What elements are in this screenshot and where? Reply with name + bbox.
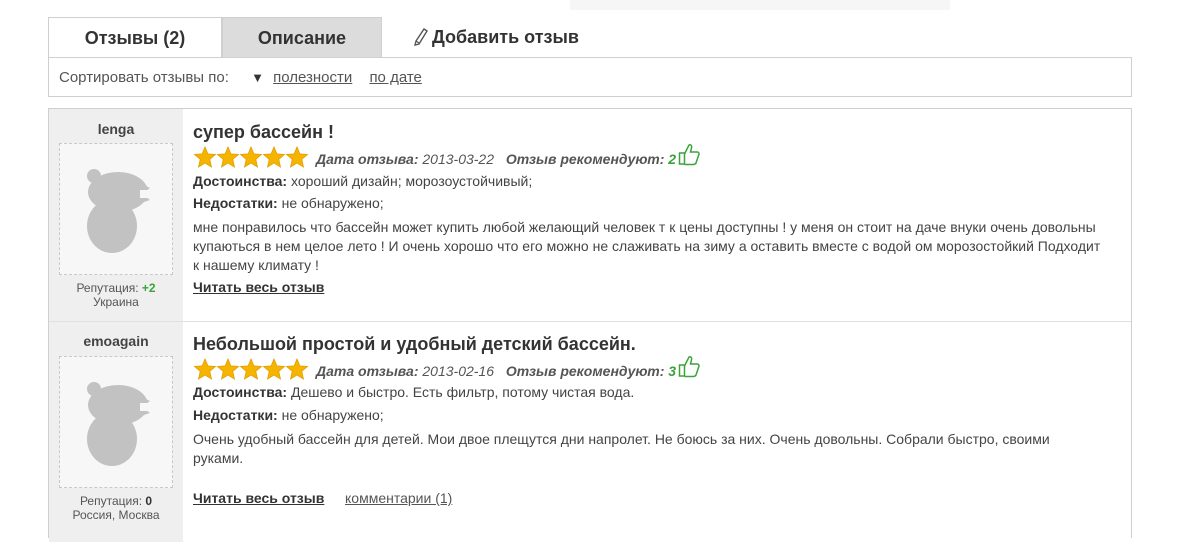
review-date-label: Дата отзыва: — [316, 363, 419, 379]
rating-stars — [193, 357, 309, 387]
star-icon — [285, 357, 309, 380]
sort-by-usefulness-link[interactable]: полезности — [273, 69, 352, 86]
star-icon — [239, 145, 263, 168]
top-bar-decoration — [570, 0, 950, 10]
tab-description[interactable]: Описание — [222, 17, 382, 58]
star-icon — [216, 357, 240, 380]
sort-bar: Сортировать отзывы по: ▼ полезности по д… — [48, 57, 1132, 97]
add-review-label: Добавить отзыв — [432, 27, 579, 47]
avatar-placeholder-icon — [87, 382, 152, 466]
reputation-value: 0 — [145, 494, 153, 508]
star-icon — [285, 145, 309, 168]
pros-label: Достоинства: — [193, 173, 288, 189]
thumbs-up-icon[interactable] — [678, 354, 700, 378]
review-pros: Достоинства: хороший дизайн; морозоустой… — [193, 173, 532, 189]
read-full-review-link[interactable]: Читать весь отзыв — [193, 490, 324, 506]
star-icon — [239, 357, 263, 380]
tab-reviews[interactable]: Отзывы (2) — [48, 17, 222, 58]
reputation-label: Репутация: — [79, 494, 143, 508]
recommend-count: 2 — [668, 151, 677, 167]
sort-by-date-link[interactable]: по дате — [369, 69, 421, 86]
review-title: супер бассейн ! — [193, 122, 334, 142]
pros-text: хороший дизайн; морозоустойчивый; — [291, 173, 533, 189]
avatar — [59, 356, 173, 488]
cons-label: Недостатки: — [193, 195, 278, 211]
recommend-count: 3 — [668, 363, 677, 379]
reviews-list: lenga Репутация: +2 Украина супер бассей… — [48, 108, 1132, 542]
star-icon — [216, 145, 240, 168]
cons-label: Недостатки: — [193, 407, 278, 423]
review-meta: Дата отзыва: 2013-03-22 Отзыв рекомендую… — [193, 142, 700, 168]
star-icon — [193, 145, 217, 168]
user-location: Украина — [93, 295, 139, 309]
star-icon — [193, 357, 217, 380]
star-icon — [262, 145, 286, 168]
review-date: 2013-03-22 — [422, 151, 495, 167]
review-date: 2013-02-16 — [422, 363, 495, 379]
review-text: мне понравилось что бассейн может купить… — [193, 219, 1101, 273]
reputation: Репутация: 0 Россия, Москва — [49, 494, 183, 522]
review-text: Очень удобный бассейн для детей. Мои дво… — [193, 431, 1050, 466]
read-full-review-link[interactable]: Читать весь отзыв — [193, 279, 324, 295]
recommend-label: Отзыв рекомендуют: — [505, 151, 665, 167]
user-location: Россия, Москва — [72, 508, 160, 522]
avatar-placeholder-icon — [87, 169, 152, 253]
review-item: lenga Репутация: +2 Украина супер бассей… — [49, 109, 1131, 322]
add-review-button[interactable]: Добавить отзыв — [414, 17, 604, 58]
review-author-panel: lenga Репутация: +2 Украина — [49, 109, 183, 321]
cons-text: не обнаружено; — [281, 407, 384, 423]
thumbs-up-icon[interactable] — [678, 142, 700, 166]
reputation-label: Репутация: — [76, 281, 139, 295]
pencil-icon — [414, 28, 428, 46]
review-pros: Достоинства: Дешево и быстро. Есть фильт… — [193, 384, 634, 400]
review-username[interactable]: lenga — [49, 121, 183, 137]
review-meta: Дата отзыва: 2013-02-16 Отзыв рекомендую… — [193, 354, 700, 380]
review-date-label: Дата отзыва: — [316, 151, 419, 167]
reputation-value: +2 — [141, 281, 156, 295]
avatar — [59, 143, 173, 275]
pros-text: Дешево и быстро. Есть фильтр, потому чис… — [291, 384, 635, 400]
rating-stars — [193, 145, 309, 175]
sort-label: Сортировать отзывы по: — [59, 69, 229, 86]
recommend-label: Отзыв рекомендуют: — [505, 363, 665, 379]
review-title: Небольшой простой и удобный детский басс… — [193, 334, 636, 354]
review-cons: Недостатки: не обнаружено; — [193, 195, 384, 211]
triangle-down-icon: ▼ — [251, 70, 264, 85]
pros-label: Достоинства: — [193, 384, 288, 400]
review-item: emoagain Репутация: 0 Россия, Москва Неб… — [49, 322, 1131, 542]
review-username[interactable]: emoagain — [49, 333, 183, 349]
cons-text: не обнаружено; — [281, 195, 384, 211]
star-icon — [262, 357, 286, 380]
comments-link[interactable]: комментарии (1) — [345, 490, 452, 506]
reputation: Репутация: +2 Украина — [49, 281, 183, 309]
review-cons: Недостатки: не обнаружено; — [193, 407, 384, 423]
review-author-panel: emoagain Репутация: 0 Россия, Москва — [49, 322, 183, 542]
